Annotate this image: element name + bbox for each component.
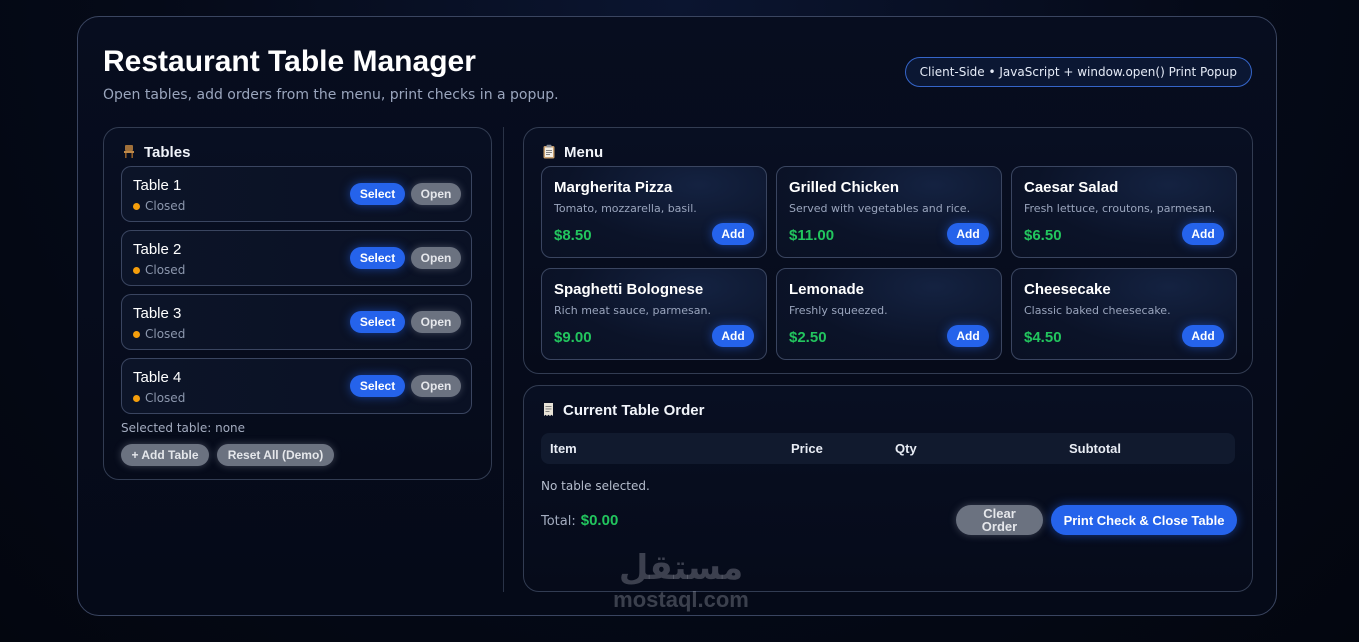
table-status: Closed: [133, 199, 185, 213]
select-table-button[interactable]: Select: [350, 247, 405, 269]
order-title-label: Current Table Order: [563, 402, 705, 419]
table-status: Closed: [133, 263, 185, 277]
status-dot: [133, 202, 140, 210]
table-name: Table 2: [133, 241, 182, 258]
add-to-order-button[interactable]: Add: [947, 223, 989, 245]
status-label: Closed: [145, 199, 186, 213]
status-label: Closed: [145, 391, 186, 405]
menu-item-name: Caesar Salad: [1024, 179, 1119, 196]
empty-order-message: No table selected.: [541, 479, 650, 493]
menu-item-price: $6.50: [1024, 227, 1062, 244]
tables-title-label: Tables: [144, 144, 191, 161]
status-dot: [133, 266, 140, 274]
status-label: Closed: [145, 263, 186, 277]
table-status: Closed: [133, 391, 185, 405]
selected-table-label: Selected table: none: [121, 421, 246, 435]
watermark-arabic: مستقل: [618, 548, 744, 588]
table-card: Table 2 Closed Select Open: [121, 230, 472, 286]
open-table-button[interactable]: Open: [411, 311, 461, 333]
tables-panel: Tables Table 1 Closed Select Open Table …: [103, 127, 492, 480]
select-table-button[interactable]: Select: [350, 183, 405, 205]
menu-item-name: Cheesecake: [1024, 281, 1111, 298]
status-label: Closed: [145, 327, 186, 341]
open-table-button[interactable]: Open: [411, 375, 461, 397]
menu-item-description: Freshly squeezed.: [789, 304, 888, 317]
clear-order-button[interactable]: Clear Order: [956, 505, 1043, 535]
column-header-qty: Qty: [895, 441, 917, 456]
add-to-order-button[interactable]: Add: [712, 223, 754, 245]
add-table-button[interactable]: + Add Table: [121, 444, 209, 466]
add-to-order-button[interactable]: Add: [947, 325, 989, 347]
add-to-order-button[interactable]: Add: [1182, 325, 1224, 347]
order-table-header: Item Price Qty Subtotal: [541, 433, 1235, 464]
table-status: Closed: [133, 327, 185, 341]
column-header-subtotal: Subtotal: [1069, 441, 1121, 456]
watermark-latin: mostaql.com: [613, 587, 749, 612]
open-table-button[interactable]: Open: [411, 247, 461, 269]
table-name: Table 4: [133, 369, 182, 386]
reset-all-button[interactable]: Reset All (Demo): [217, 444, 334, 466]
add-to-order-button[interactable]: Add: [1182, 223, 1224, 245]
tech-badge: Client-Side • JavaScript + window.open()…: [904, 57, 1252, 87]
clipboard-icon: [542, 144, 556, 161]
menu-item-name: Spaghetti Bolognese: [554, 281, 704, 298]
menu-item-card: Spaghetti Bolognese Rich meat sauce, par…: [541, 268, 767, 360]
total-value: $0.00: [580, 512, 619, 529]
menu-item-price: $4.50: [1024, 329, 1062, 346]
menu-item-description: Fresh lettuce, croutons, parmesan.: [1024, 202, 1216, 215]
menu-item-card: Margherita Pizza Tomato, mozzarella, bas…: [541, 166, 767, 258]
menu-item-description: Classic baked cheesecake.: [1024, 304, 1171, 317]
select-table-button[interactable]: Select: [350, 375, 405, 397]
menu-item-price: $11.00: [789, 227, 835, 244]
add-to-order-button[interactable]: Add: [712, 325, 754, 347]
menu-item-card: Lemonade Freshly squeezed. $2.50 Add: [776, 268, 1002, 360]
table-name: Table 1: [133, 177, 182, 194]
status-dot: [133, 394, 140, 402]
order-total: Total: $0.00: [541, 512, 618, 529]
page-title: Restaurant Table Manager: [103, 45, 476, 78]
table-name: Table 3: [133, 305, 182, 322]
menu-item-card: Caesar Salad Fresh lettuce, croutons, pa…: [1011, 166, 1237, 258]
menu-panel: Menu Margherita Pizza Tomato, mozzarella…: [523, 127, 1253, 374]
print-check-button[interactable]: Print Check & Close Table: [1051, 505, 1237, 535]
menu-item-price: $8.50: [554, 227, 592, 244]
menu-item-name: Grilled Chicken: [789, 179, 900, 196]
page-subtitle: Open tables, add orders from the menu, p…: [103, 87, 559, 103]
status-dot: [133, 330, 140, 338]
menu-item-description: Tomato, mozzarella, basil.: [554, 202, 697, 215]
select-table-button[interactable]: Select: [350, 311, 405, 333]
receipt-icon: [542, 402, 555, 419]
order-panel-title: Current Table Order: [542, 402, 704, 419]
column-header-price: Price: [791, 441, 823, 456]
chair-icon: [122, 144, 136, 161]
tables-panel-title: Tables: [122, 144, 190, 161]
watermark: مستقل mostaql.com: [597, 548, 765, 612]
open-table-button[interactable]: Open: [411, 183, 461, 205]
table-card: Table 4 Closed Select Open: [121, 358, 472, 414]
menu-item-card: Cheesecake Classic baked cheesecake. $4.…: [1011, 268, 1237, 360]
menu-item-card: Grilled Chicken Served with vegetables a…: [776, 166, 1002, 258]
menu-item-description: Served with vegetables and rice.: [789, 202, 971, 215]
total-label: Total:: [541, 514, 576, 529]
menu-item-price: $9.00: [554, 329, 592, 346]
menu-title-label: Menu: [564, 144, 604, 161]
menu-item-name: Margherita Pizza: [554, 179, 673, 196]
menu-item-price: $2.50: [789, 329, 827, 346]
app-container: Restaurant Table Manager Open tables, ad…: [77, 16, 1277, 616]
column-divider: [503, 127, 504, 592]
table-card: Table 1 Closed Select Open: [121, 166, 472, 222]
table-card: Table 3 Closed Select Open: [121, 294, 472, 350]
menu-panel-title: Menu: [542, 144, 603, 161]
menu-item-name: Lemonade: [789, 281, 865, 298]
menu-item-description: Rich meat sauce, parmesan.: [554, 304, 711, 317]
column-header-item: Item: [550, 441, 577, 456]
